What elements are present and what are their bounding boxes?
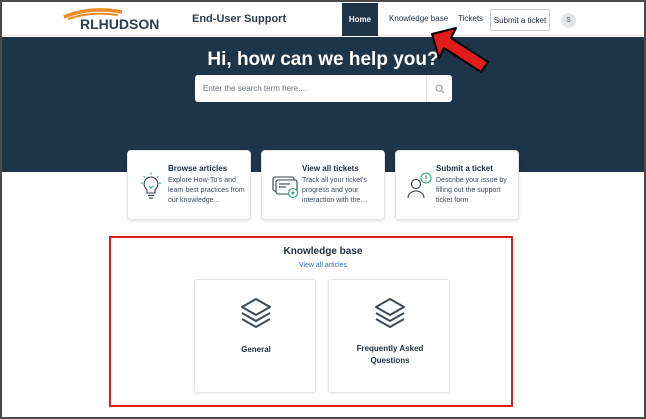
view-all-tickets-card[interactable]: View all tickets Track all your ticket's… xyxy=(261,150,385,220)
submit-ticket-card[interactable]: Submit a ticket Describe your issue by f… xyxy=(395,150,519,220)
card-title: View all tickets xyxy=(302,164,359,173)
card-title: Browse articles xyxy=(168,164,228,173)
logo-text: RLHUDSON xyxy=(80,16,159,32)
nav-knowledge-base[interactable]: Knowledge base xyxy=(389,14,448,23)
search-box xyxy=(195,75,452,102)
search-input[interactable] xyxy=(195,75,426,102)
highlight-box xyxy=(109,236,513,407)
card-description: Track all your ticket's progress and you… xyxy=(302,177,368,204)
top-header: RLHUDSON End-User Support Home Knowledge… xyxy=(2,2,644,36)
card-description: Explore How-To's and learn best practice… xyxy=(168,177,245,204)
rlhudson-logo[interactable]: RLHUDSON xyxy=(60,8,180,32)
card-description: Describe your issue by filling out the s… xyxy=(436,177,507,204)
hero-title: Hi, how can we help you? xyxy=(207,49,439,70)
user-alert-icon xyxy=(407,172,432,199)
search-button[interactable] xyxy=(426,75,452,102)
site-title: End-User Support xyxy=(192,13,287,25)
card-title: Submit a ticket xyxy=(436,164,493,173)
red-arrow-annotation xyxy=(431,27,489,73)
nav-tickets[interactable]: Tickets xyxy=(458,14,483,23)
browse-articles-card[interactable]: Browse articles Explore How-To's and lea… xyxy=(127,150,251,220)
lightbulb-icon xyxy=(141,172,161,199)
search-icon xyxy=(435,84,444,93)
nav-home[interactable]: Home xyxy=(342,3,378,36)
tickets-icon xyxy=(272,176,299,199)
avatar[interactable]: S xyxy=(561,13,576,28)
submit-ticket-button[interactable]: Submit a ticket xyxy=(490,9,550,31)
